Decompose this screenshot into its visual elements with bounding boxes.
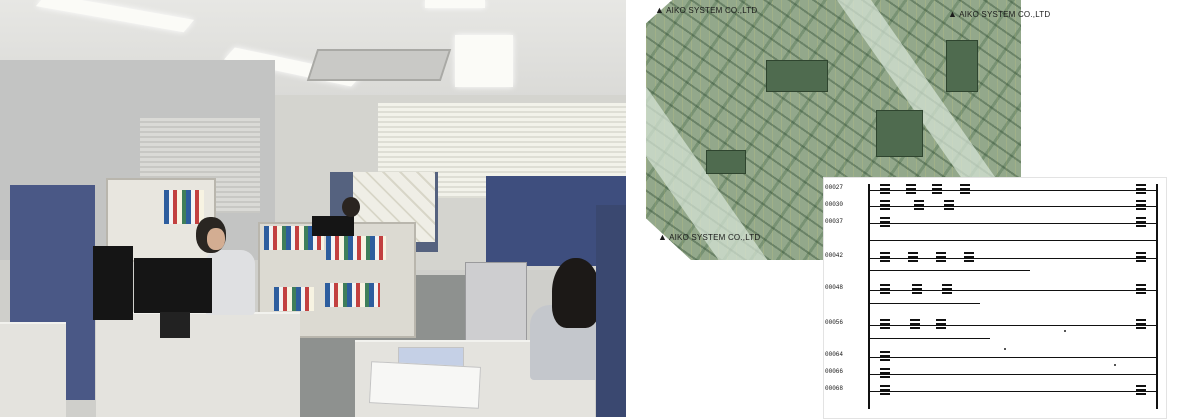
pcb-chip: [946, 40, 978, 92]
rung-address: 00027: [825, 184, 844, 191]
binders: [164, 190, 204, 224]
office-photo: [0, 0, 626, 417]
ladder-contact: [912, 284, 922, 296]
books: [325, 283, 380, 307]
ladder-rung: [870, 206, 1156, 207]
desk-partition: [596, 205, 626, 417]
ladder-contact: [942, 284, 952, 296]
books: [326, 236, 386, 260]
ladder-contact: [944, 200, 954, 212]
ladder-coil: [1136, 284, 1146, 296]
monitor-stand: [160, 312, 190, 338]
ladder-rung: [870, 223, 1156, 224]
ladder-coil: [1136, 184, 1146, 196]
ladder-contact: [906, 184, 916, 196]
ladder-rung: [870, 240, 1156, 241]
paper-stack: [368, 361, 482, 409]
scan-speck: [1004, 348, 1006, 350]
person-man-face: [207, 228, 225, 250]
right-power-rail: [1156, 184, 1158, 409]
rung-address: 00030: [825, 201, 844, 208]
ladder-contact: [880, 252, 890, 264]
ladder-coil: [1136, 319, 1146, 331]
air-conditioner: [306, 49, 452, 81]
rung-address: 00048: [825, 284, 844, 291]
ladder-rung: [870, 270, 1030, 271]
ladder-rung: [870, 338, 990, 339]
ladder-contact: [880, 319, 890, 331]
ladder-coil: [1136, 217, 1146, 229]
ladder-diagram: 00027 00030 00037 00042 00048 00056 0006…: [823, 177, 1167, 419]
company-logo: ▲ AIKO SYSTEM CO.,LTD: [655, 5, 758, 15]
ladder-contact: [880, 385, 890, 397]
person-background: [342, 197, 360, 217]
ladder-contact: [880, 368, 890, 380]
company-logo: ▲ AIKO SYSTEM CO.,LTD: [948, 9, 1051, 19]
rung-address: 00064: [825, 351, 844, 358]
rung-address: 00068: [825, 385, 844, 392]
ceiling-light: [455, 35, 513, 87]
ladder-contact: [932, 184, 942, 196]
ladder-coil: [1136, 252, 1146, 264]
desk: [96, 312, 300, 417]
rung-address: 00042: [825, 252, 844, 259]
pcb-chip: [706, 150, 746, 174]
ladder-rung: [870, 357, 1156, 358]
ladder-contact: [964, 252, 974, 264]
person-woman-head: [552, 258, 600, 328]
ladder-contact: [880, 284, 890, 296]
pcb-chip: [766, 60, 828, 92]
ceiling-light: [425, 0, 485, 8]
scan-speck: [1114, 364, 1116, 366]
ladder-contact: [936, 319, 946, 331]
ladder-contact: [880, 200, 890, 212]
ladder-contact: [936, 252, 946, 264]
desk: [0, 322, 66, 417]
person-man-body: [205, 250, 255, 315]
ladder-contact: [880, 217, 890, 229]
rung-address: 00066: [825, 368, 844, 375]
monitor: [134, 258, 212, 313]
ladder-contact: [960, 184, 970, 196]
scan-speck: [1064, 330, 1066, 332]
ladder-rung: [870, 374, 1156, 375]
left-power-rail: [868, 184, 870, 409]
company-logo: ▲ AIKO SYSTEM CO.,LTD: [658, 232, 761, 242]
rung-address: 00037: [825, 218, 844, 225]
ladder-coil: [1136, 200, 1146, 212]
rung-address: 00056: [825, 319, 844, 326]
books: [274, 287, 314, 311]
ladder-contact: [880, 184, 890, 196]
ladder-rung: [870, 303, 980, 304]
ladder-contact: [910, 319, 920, 331]
ladder-contact: [914, 200, 924, 212]
monitor: [312, 216, 354, 236]
ladder-contact: [880, 351, 890, 363]
pcb-chip: [876, 110, 923, 157]
monitor: [93, 246, 133, 320]
ladder-contact: [908, 252, 918, 264]
ladder-rung: [870, 391, 1156, 392]
ladder-coil: [1136, 385, 1146, 397]
